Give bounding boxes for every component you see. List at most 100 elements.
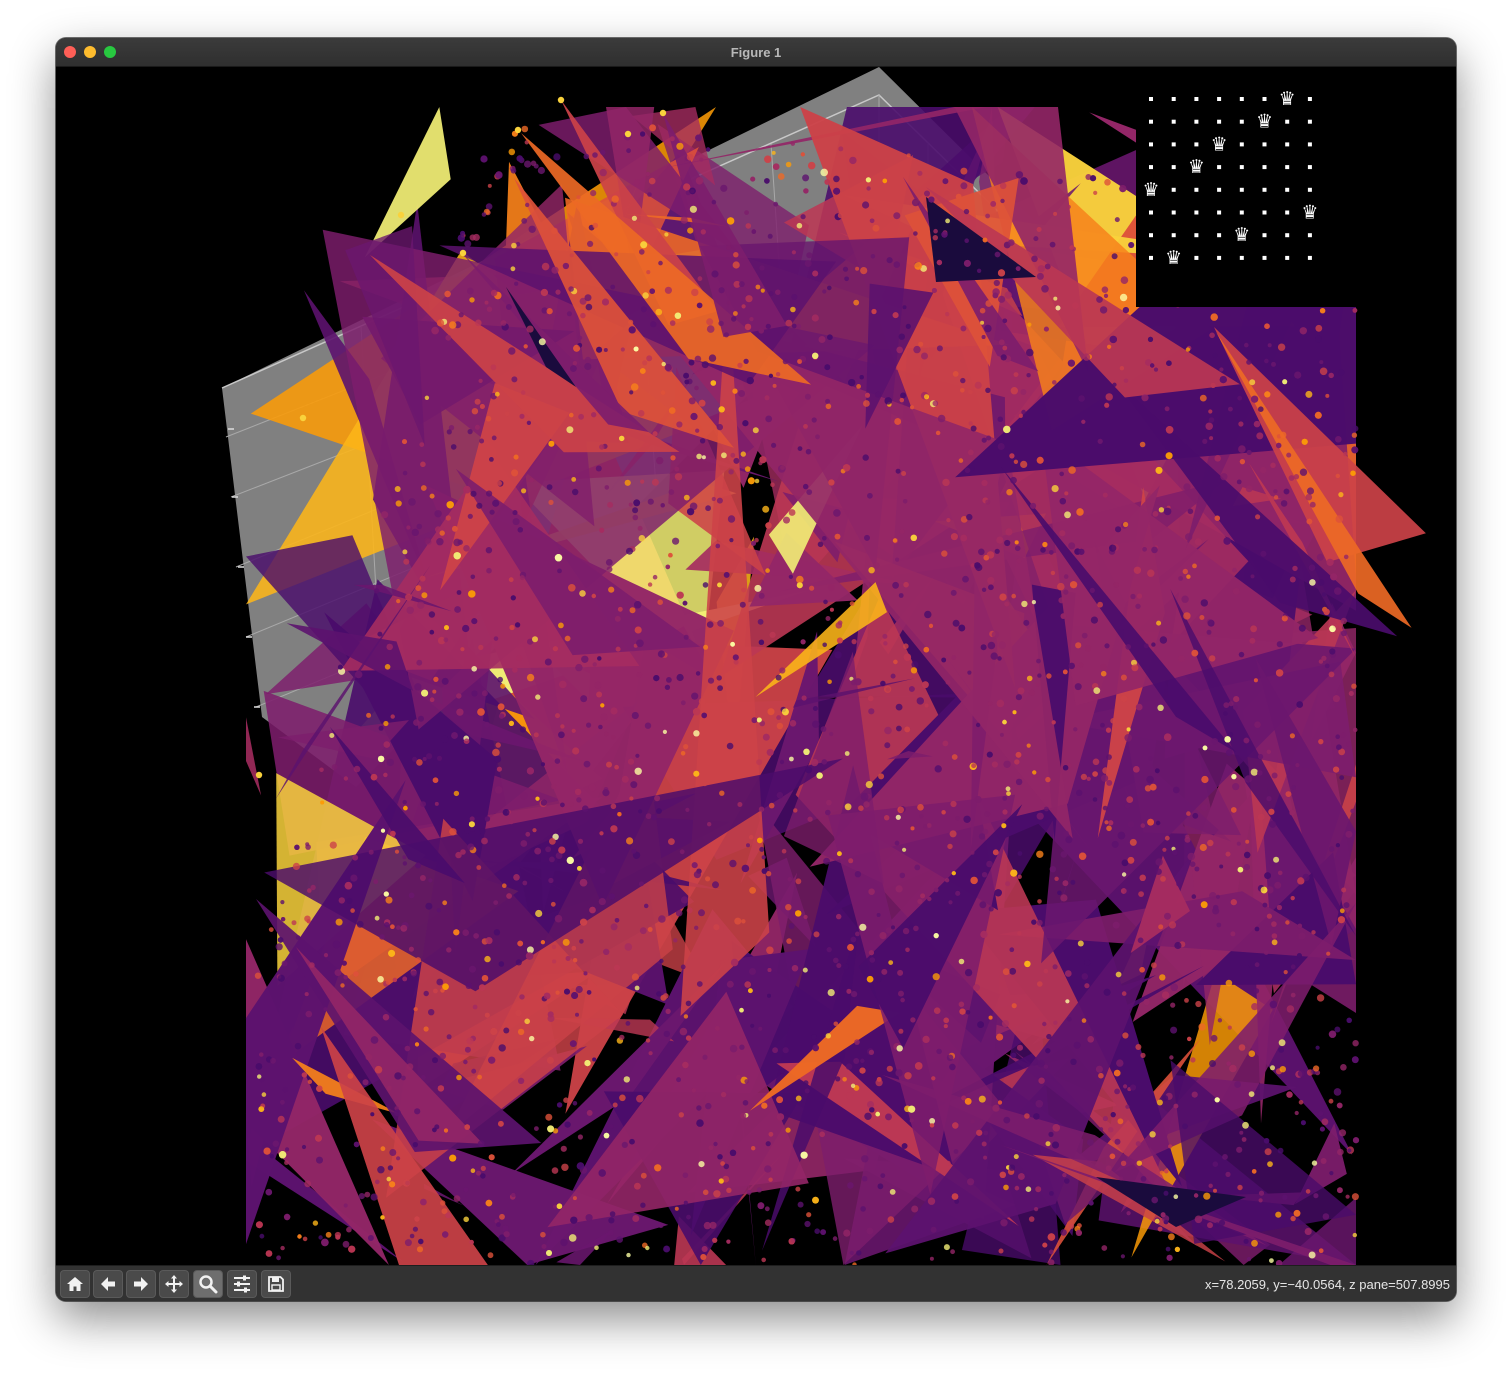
scatter-point: [1348, 691, 1354, 696]
scatter-point: [384, 922, 390, 928]
scatter-point: [717, 1154, 723, 1160]
scatter-point: [979, 307, 986, 314]
scatter-point: [688, 397, 696, 405]
scatter-point: [1294, 371, 1302, 379]
scatter-point: [944, 878, 950, 883]
scatter-point: [1237, 395, 1243, 401]
scatter-point: [400, 924, 408, 932]
scatter-point: [416, 523, 423, 530]
scatter-point: [467, 513, 473, 519]
scatter-point: [882, 178, 888, 184]
scatter-point: [836, 913, 842, 920]
scatter-point: [1267, 1161, 1273, 1167]
plot-canvas[interactable]: ♛ ♛ ♛ ♛ ♛ ♛ ♛ ♛: [56, 67, 1456, 1265]
scatter-point: [1089, 175, 1097, 182]
scatter-point: [474, 828, 482, 835]
scatter-point: [1190, 1057, 1196, 1063]
scatter-point: [832, 1236, 838, 1241]
scatter-point: [685, 807, 690, 813]
scatter-point: [487, 1252, 494, 1259]
scatter-point: [1006, 791, 1011, 796]
scatter-point: [922, 1035, 930, 1043]
scatter-point: [729, 1149, 737, 1157]
scatter-point: [1120, 1254, 1125, 1259]
scatter-point: [1017, 931, 1022, 936]
scatter-point: [611, 195, 619, 203]
scatter-point: [812, 270, 819, 277]
scatter-point: [546, 308, 553, 315]
scatter-point: [1276, 442, 1282, 449]
scatter-point: [647, 498, 654, 505]
scatter-point: [775, 289, 781, 295]
scatter-point: [716, 675, 722, 681]
scatter-point: [429, 697, 435, 702]
scatter-point: [535, 796, 540, 801]
scatter-point: [842, 963, 849, 970]
scatter-point: [519, 575, 525, 581]
scatter-point: [1102, 492, 1108, 498]
scatter-point: [803, 1080, 809, 1086]
scatter-point: [984, 811, 991, 818]
scatter-point: [842, 1077, 847, 1082]
forward-button[interactable]: [126, 1270, 156, 1298]
scatter-point: [338, 897, 345, 904]
scatter-point: [1335, 843, 1340, 848]
scatter-point: [1308, 564, 1316, 571]
scatter-point: [1268, 808, 1275, 815]
scatter-point: [986, 860, 993, 868]
scatter-point: [598, 724, 603, 730]
scatter-point: [1037, 673, 1042, 678]
scatter-point: [1281, 615, 1288, 622]
scatter-point: [590, 190, 597, 197]
scatter-point: [1194, 1215, 1203, 1224]
pan-button[interactable]: [159, 1270, 189, 1298]
scatter-point: [556, 1203, 563, 1209]
scatter-point: [548, 440, 555, 447]
inset-background: [1136, 87, 1358, 307]
scatter-point: [803, 188, 809, 194]
scatter-point: [859, 923, 867, 931]
scatter-point: [469, 297, 475, 303]
save-figure-button[interactable]: [261, 1270, 291, 1298]
scatter-point: [1321, 655, 1327, 661]
scatter-point: [502, 1225, 509, 1232]
scatter-point: [1001, 1020, 1010, 1028]
scatter-point: [1165, 426, 1174, 434]
scatter-point: [467, 429, 473, 435]
3d-plot-svg[interactable]: ♛♛♛♛♛♛♛♛: [56, 67, 1456, 1265]
scatter-point: [1013, 1154, 1019, 1160]
scatter-point: [1156, 620, 1162, 626]
title-bar[interactable]: Figure 1: [56, 38, 1456, 67]
scatter-point: [423, 990, 429, 997]
scatter-point: [446, 429, 452, 435]
scatter-point: [548, 877, 554, 884]
scatter-point: [804, 1088, 810, 1094]
scatter-point: [800, 1151, 808, 1159]
scatter-point: [744, 210, 749, 216]
scatter-point: [1046, 673, 1052, 679]
scatter-point: [284, 1160, 289, 1165]
scatter-point: [502, 809, 510, 816]
scatter-point: [493, 929, 501, 936]
zoom-button[interactable]: [193, 1270, 223, 1298]
scatter-point: [382, 1014, 390, 1021]
scatter-point: [281, 960, 288, 967]
scatter-point: [998, 295, 1006, 303]
scatter-point: [1078, 662, 1084, 668]
scatter-point: [579, 939, 584, 944]
scatter-point: [548, 499, 554, 505]
scatter-point: [932, 235, 938, 241]
back-button[interactable]: [93, 1270, 123, 1298]
scatter-point: [772, 1047, 778, 1054]
scatter-point: [1245, 485, 1253, 493]
scatter-point: [370, 1036, 379, 1044]
scatter-point: [599, 444, 605, 450]
scatter-point: [768, 802, 775, 809]
configure-subplots-button[interactable]: [227, 1270, 257, 1298]
scatter-point: [1322, 1213, 1330, 1220]
scatter-point: [577, 838, 584, 844]
scatter-point: [255, 1221, 263, 1229]
board-square-dot: [1217, 255, 1222, 260]
scatter-point: [776, 1113, 785, 1121]
home-button[interactable]: [60, 1270, 90, 1298]
